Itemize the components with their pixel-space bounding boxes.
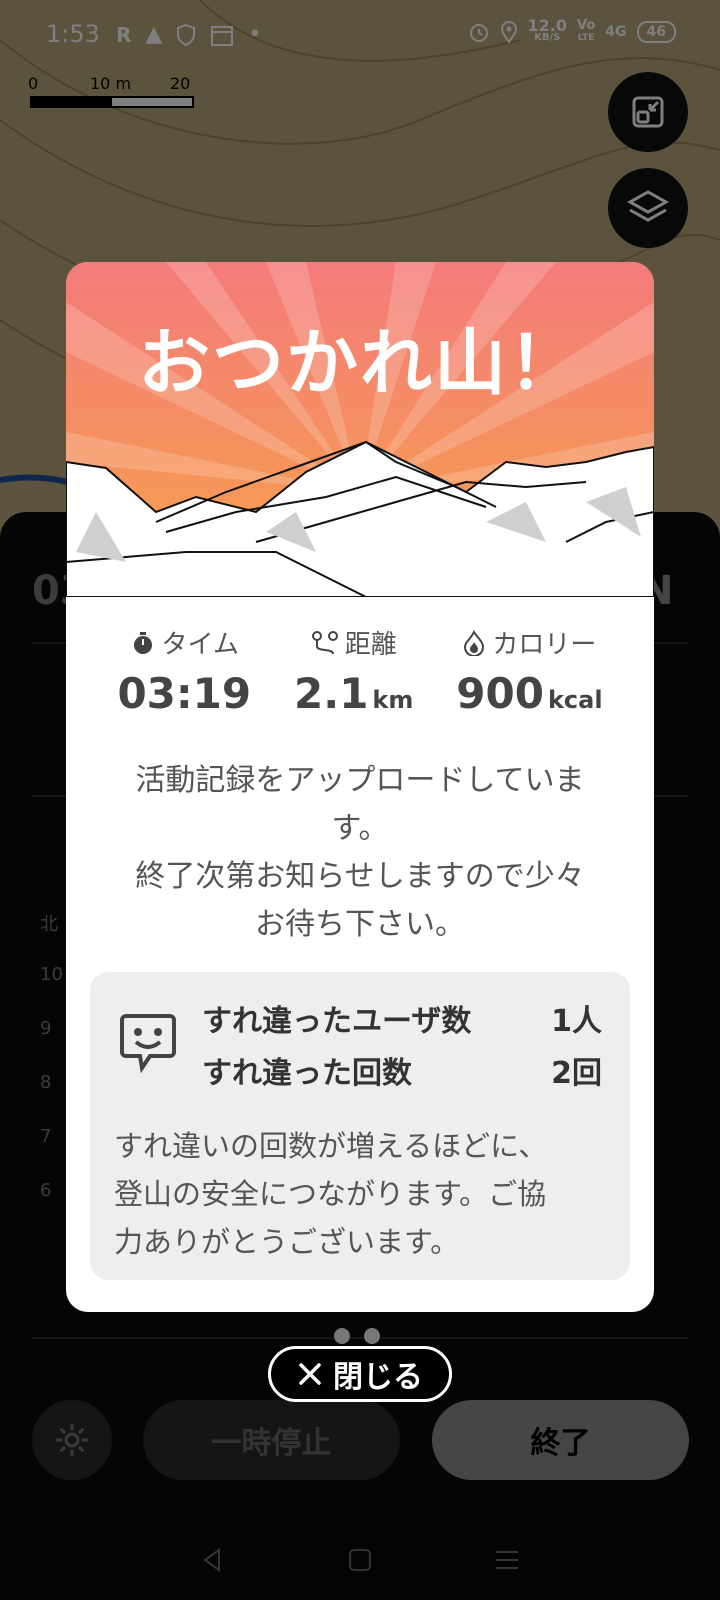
close-button[interactable]: 閉じる xyxy=(268,1346,452,1402)
page-dot xyxy=(334,1328,350,1344)
calories-unit: kcal xyxy=(547,686,603,714)
stat-distance: 距離 2.1 km xyxy=(294,624,413,718)
stat-time-label: タイム xyxy=(161,630,240,660)
calories-value: 900 xyxy=(456,669,544,718)
distance-value: 2.1 xyxy=(294,669,369,718)
stat-label: カロリー xyxy=(456,624,602,661)
encounter-card: すれ違ったユーザ数 1人 すれ違った回数 2回 すれ違いの回数が増えるほどに、 … xyxy=(90,972,630,1280)
page-dot xyxy=(364,1328,380,1344)
close-icon xyxy=(299,1363,321,1385)
upload-message-line: す。 xyxy=(331,811,389,846)
route-icon xyxy=(311,630,338,654)
encounter-desc-line: すれ違いの回数が増えるほどに、 xyxy=(114,1129,548,1163)
stat-distance-value: 2.1 km xyxy=(294,669,413,718)
page-indicator xyxy=(334,1328,380,1344)
encounter-count-value: 2回 xyxy=(551,1056,602,1091)
stat-calories-label: カロリー xyxy=(492,630,597,660)
time-value: 03:19 xyxy=(117,669,252,718)
hero-banner: おつかれ山！ xyxy=(66,262,654,598)
encounter-count-row: すれ違った回数 2回 xyxy=(202,1048,602,1092)
smiley-speech-bubble-icon xyxy=(120,1014,176,1074)
distance-unit: km xyxy=(372,686,414,714)
upload-message: 活動記録をアップロードしていま す。 終了次第お知らせしますので少々 お待ち下さ… xyxy=(106,757,614,949)
stat-calories: カロリー 900 kcal xyxy=(456,624,603,718)
stat-distance-label: 距離 xyxy=(344,630,397,660)
encounter-users-label: すれ違ったユーザ数 xyxy=(202,1004,472,1039)
stat-time-value: 03:19 xyxy=(117,669,251,718)
encounter-desc-line: 力ありがとうございます。 xyxy=(114,1225,460,1259)
close-label: 閉じる xyxy=(333,1360,423,1395)
encounter-count-label: すれ違った回数 xyxy=(202,1056,412,1091)
upload-message-line: 終了次第お知らせしますので少々 xyxy=(135,859,585,894)
upload-message-line: お待ち下さい。 xyxy=(255,907,465,942)
summit-title: おつかれ山！ xyxy=(137,321,582,405)
stat-label: 距離 xyxy=(294,624,413,661)
flame-icon xyxy=(464,629,485,656)
stat-calories-value: 900 kcal xyxy=(456,669,602,718)
activity-stats: タイム 03:19 距離 2.1 km カロリー 900 kcal xyxy=(66,624,654,718)
encounter-users-value: 1人 xyxy=(551,1004,602,1039)
stat-time: タイム 03:19 xyxy=(117,624,251,718)
stopwatch-icon xyxy=(133,631,152,654)
upload-message-line: 活動記録をアップロードしていま xyxy=(135,763,585,798)
stat-label: タイム xyxy=(117,624,251,661)
summit-dialog: おつかれ山！ タイム 03:19 距離 2.1 km カロリー 900 kcal 活… xyxy=(66,262,654,1312)
encounter-description: すれ違いの回数が増えるほどに、 登山の安全につながります。ご協 力ありがとうござ… xyxy=(114,1122,614,1266)
encounter-desc-line: 登山の安全につながります。ご協 xyxy=(114,1177,547,1211)
encounter-users-row: すれ違ったユーザ数 1人 xyxy=(202,996,602,1040)
